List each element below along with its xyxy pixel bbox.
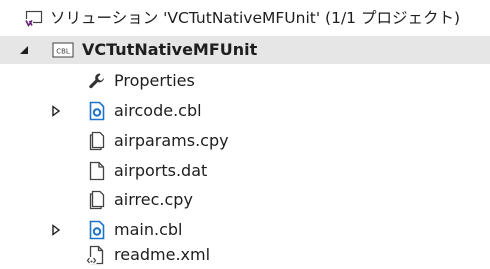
collapse-arrow-icon[interactable] (16, 42, 32, 58)
cobol-source-file-icon (88, 101, 106, 121)
item-label: airports.dat (114, 161, 208, 180)
tree-item-airports-dat[interactable]: airports.dat (0, 157, 490, 185)
xml-file-icon (86, 245, 106, 265)
solution-label: ソリューション 'VCTutNativeMFUnit' (1/1 プロジェクト) (50, 9, 461, 27)
data-file-icon (88, 161, 106, 181)
wrench-icon (88, 71, 106, 91)
cobol-project-icon-text: CBL (56, 48, 70, 56)
tree-item-readme-xml[interactable]: readme.xml (0, 241, 490, 269)
cobol-project-icon: CBL (52, 40, 74, 60)
expand-arrow-icon[interactable] (48, 222, 64, 238)
project-label: VCTutNativeMFUnit (82, 40, 258, 59)
item-label: readme.xml (114, 245, 211, 264)
item-label: aircode.cbl (114, 101, 202, 120)
tree-item-airparams-cpy[interactable]: airparams.cpy (0, 127, 490, 155)
copybook-file-icon (88, 190, 106, 210)
cobol-source-file-icon (88, 220, 106, 240)
tree-item-main-cbl[interactable]: main.cbl (0, 216, 490, 244)
item-label: Properties (114, 71, 195, 90)
tree-item-aircode-cbl[interactable]: aircode.cbl (0, 97, 490, 125)
solution-explorer-tree: ソリューション 'VCTutNativeMFUnit' (1/1 プロジェクト)… (0, 0, 490, 269)
item-label: airparams.cpy (114, 131, 229, 150)
tree-item-solution[interactable]: ソリューション 'VCTutNativeMFUnit' (1/1 プロジェクト) (0, 4, 490, 32)
copybook-file-icon (88, 131, 106, 151)
item-label: main.cbl (114, 220, 183, 239)
tree-item-properties[interactable]: Properties (0, 67, 490, 95)
item-label: airrec.cpy (114, 190, 193, 209)
tree-item-airrec-cpy[interactable]: airrec.cpy (0, 186, 490, 214)
tree-item-project[interactable]: CBL VCTutNativeMFUnit (0, 36, 490, 64)
solution-icon (24, 8, 44, 28)
expand-arrow-icon[interactable] (48, 103, 64, 119)
